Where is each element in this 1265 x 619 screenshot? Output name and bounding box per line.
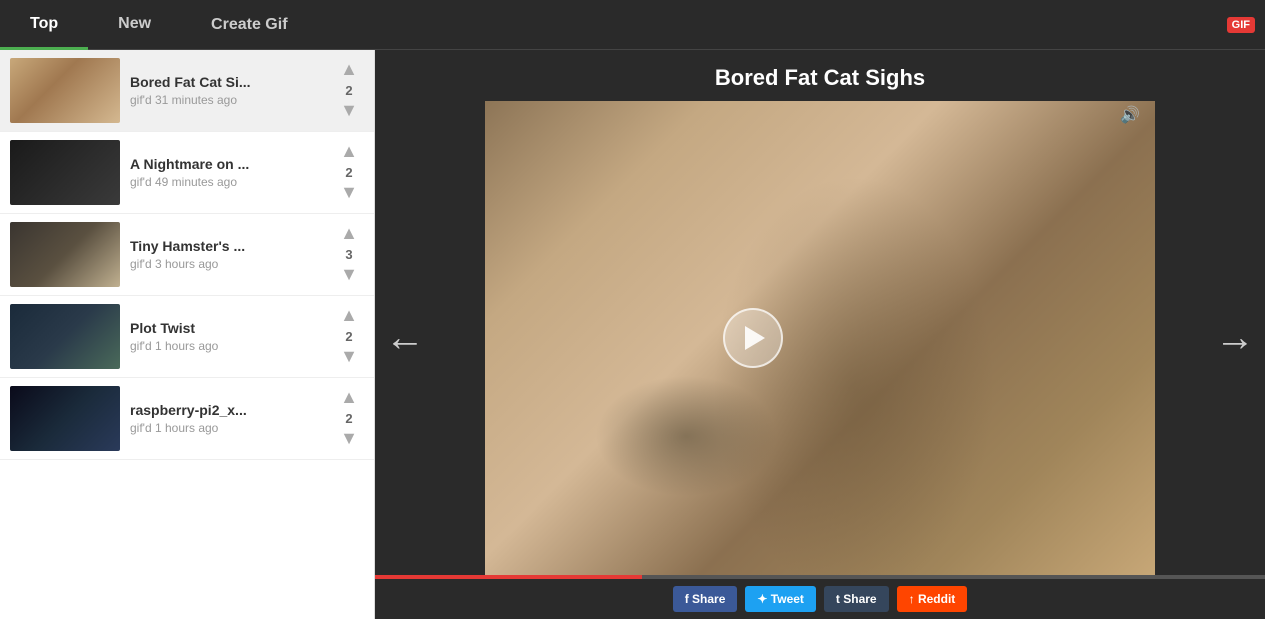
item-info: Bored Fat Cat Si... gif'd 31 minutes ago xyxy=(120,74,334,107)
gif-badge: GIF xyxy=(1227,17,1255,33)
vote-count: 2 xyxy=(345,411,352,426)
main-content: Bored Fat Cat Si... gif'd 31 minutes ago… xyxy=(0,50,1265,619)
prev-arrow[interactable]: ← xyxy=(385,316,425,361)
upvote-arrow[interactable]: ▲ xyxy=(340,387,358,409)
vote-controls: ▲ 2 ▼ xyxy=(334,305,364,367)
item-title: Plot Twist xyxy=(130,320,324,336)
thumbnail-5 xyxy=(10,386,120,451)
vote-count: 2 xyxy=(345,165,352,180)
upvote-arrow[interactable]: ▲ xyxy=(340,141,358,163)
main-view: Bored Fat Cat Sighs ← 🔊 → f Share ✦ Tweet… xyxy=(375,50,1265,619)
video-title: Bored Fat Cat Sighs xyxy=(375,50,1265,101)
thumbnail-2 xyxy=(10,140,120,205)
vote-controls: ▲ 2 ▼ xyxy=(334,387,364,449)
social-btn-tw[interactable]: ✦ Tweet xyxy=(745,586,816,612)
list-item[interactable]: raspberry-pi2_x... gif'd 1 hours ago ▲ 2… xyxy=(0,378,374,460)
item-title: A Nightmare on ... xyxy=(130,156,324,172)
item-info: Plot Twist gif'd 1 hours ago xyxy=(120,320,334,353)
cat-background xyxy=(485,101,1155,575)
downvote-arrow[interactable]: ▼ xyxy=(340,100,358,122)
item-info: Tiny Hamster's ... gif'd 3 hours ago xyxy=(120,238,334,271)
tab-top[interactable]: Top xyxy=(0,1,88,50)
video-area: 🔊 xyxy=(485,101,1155,575)
play-button[interactable] xyxy=(723,308,783,368)
item-info: A Nightmare on ... gif'd 49 minutes ago xyxy=(120,156,334,189)
thumbnail-3 xyxy=(10,222,120,287)
sidebar: Bored Fat Cat Si... gif'd 31 minutes ago… xyxy=(0,50,375,619)
tab-create-gif[interactable]: Create Gif xyxy=(181,0,317,49)
video-container: ← 🔊 → xyxy=(375,101,1265,575)
vote-count: 2 xyxy=(345,83,352,98)
vote-controls: ▲ 2 ▼ xyxy=(334,59,364,121)
list-item[interactable]: Tiny Hamster's ... gif'd 3 hours ago ▲ 3… xyxy=(0,214,374,296)
social-btn-fb[interactable]: f Share xyxy=(673,586,738,612)
top-nav: Top New Create Gif GIF xyxy=(0,0,1265,50)
downvote-arrow[interactable]: ▼ xyxy=(340,428,358,450)
vote-controls: ▲ 3 ▼ xyxy=(334,223,364,285)
upvote-arrow[interactable]: ▲ xyxy=(340,59,358,81)
downvote-arrow[interactable]: ▼ xyxy=(340,264,358,286)
list-item[interactable]: Bored Fat Cat Si... gif'd 31 minutes ago… xyxy=(0,50,374,132)
upvote-arrow[interactable]: ▲ xyxy=(340,223,358,245)
upvote-arrow[interactable]: ▲ xyxy=(340,305,358,327)
item-meta: gif'd 3 hours ago xyxy=(130,257,324,271)
item-meta: gif'd 1 hours ago xyxy=(130,339,324,353)
item-meta: gif'd 1 hours ago xyxy=(130,421,324,435)
vote-count: 3 xyxy=(345,247,352,262)
volume-icon[interactable]: 🔊 xyxy=(1120,105,1140,125)
vote-count: 2 xyxy=(345,329,352,344)
item-meta: gif'd 31 minutes ago xyxy=(130,93,324,107)
social-btn-tumb[interactable]: t Share xyxy=(824,586,889,612)
item-title: Tiny Hamster's ... xyxy=(130,238,324,254)
item-title: raspberry-pi2_x... xyxy=(130,402,324,418)
downvote-arrow[interactable]: ▼ xyxy=(340,346,358,368)
list-item[interactable]: A Nightmare on ... gif'd 49 minutes ago … xyxy=(0,132,374,214)
next-arrow[interactable]: → xyxy=(1215,316,1255,361)
thumbnail-4 xyxy=(10,304,120,369)
list-item[interactable]: Plot Twist gif'd 1 hours ago ▲ 2 ▼ xyxy=(0,296,374,378)
item-title: Bored Fat Cat Si... xyxy=(130,74,324,90)
social-btn-reddit[interactable]: ↑ Reddit xyxy=(897,586,968,612)
bottom-bar: f Share ✦ Tweet t Share ↑ Reddit xyxy=(375,579,1265,619)
vote-controls: ▲ 2 ▼ xyxy=(334,141,364,203)
thumbnail-1 xyxy=(10,58,120,123)
tab-new[interactable]: New xyxy=(88,1,181,50)
item-info: raspberry-pi2_x... gif'd 1 hours ago xyxy=(120,402,334,435)
item-meta: gif'd 49 minutes ago xyxy=(130,175,324,189)
downvote-arrow[interactable]: ▼ xyxy=(340,182,358,204)
